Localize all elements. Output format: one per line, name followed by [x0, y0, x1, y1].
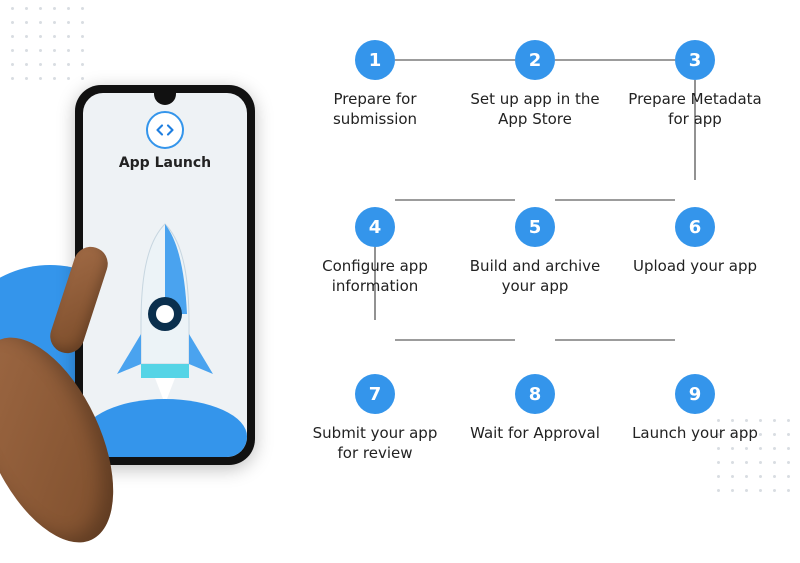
- step-label: Wait for Approval: [470, 424, 600, 444]
- process-steps: 1 Prepare for submission 2 Set up app in…: [300, 40, 770, 463]
- step-label: Set up app in the App Store: [460, 90, 610, 129]
- step-number: 5: [515, 207, 555, 247]
- step-number: 3: [675, 40, 715, 80]
- step-number: 6: [675, 207, 715, 247]
- step-number: 7: [355, 374, 395, 414]
- step-label: Prepare Metadata for app: [620, 90, 770, 129]
- code-icon: [146, 111, 184, 149]
- step-label: Configure app information: [300, 257, 450, 296]
- step-number: 4: [355, 207, 395, 247]
- step-number: 9: [675, 374, 715, 414]
- step-5: 5 Build and archive your app: [460, 207, 610, 296]
- step-9: 9 Launch your app: [620, 374, 770, 463]
- step-label: Build and archive your app: [460, 257, 610, 296]
- step-label: Prepare for submission: [300, 90, 450, 129]
- step-label: Submit your app for review: [300, 424, 450, 463]
- step-label: Launch your app: [632, 424, 758, 444]
- step-4: 4 Configure app information: [300, 207, 450, 296]
- step-number: 2: [515, 40, 555, 80]
- step-label: Upload your app: [633, 257, 757, 277]
- step-number: 1: [355, 40, 395, 80]
- rocket-launch-illustration: [83, 171, 247, 457]
- step-6: 6 Upload your app: [620, 207, 770, 296]
- step-1: 1 Prepare for submission: [300, 40, 450, 129]
- step-number: 8: [515, 374, 555, 414]
- dot-grid-top-left: [8, 4, 86, 82]
- step-7: 7 Submit your app for review: [300, 374, 450, 463]
- step-3: 3 Prepare Metadata for app: [620, 40, 770, 129]
- step-2: 2 Set up app in the App Store: [460, 40, 610, 129]
- phone-title: App Launch: [119, 155, 211, 171]
- step-8: 8 Wait for Approval: [460, 374, 610, 463]
